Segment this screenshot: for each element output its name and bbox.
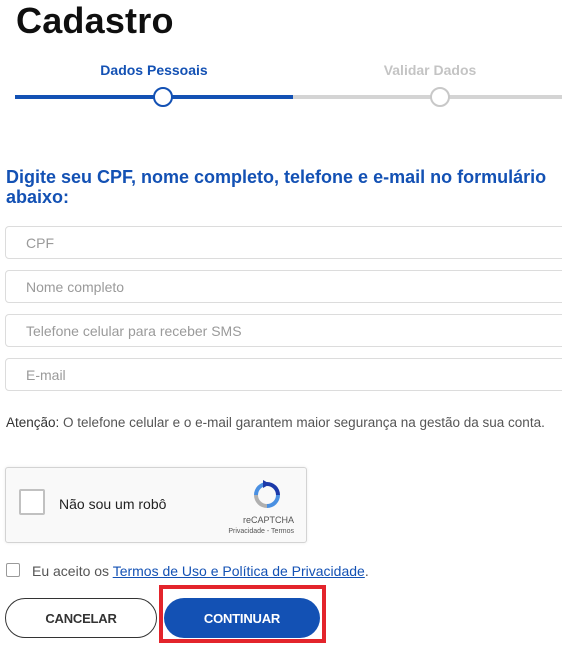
phone-field[interactable]: [5, 314, 562, 347]
stepper-remaining-line: [293, 95, 562, 99]
full-name-input[interactable]: [6, 271, 562, 302]
recaptcha-links: Privacidade - Termos: [228, 528, 294, 535]
step-dot-validar-dados[interactable]: [430, 87, 450, 107]
recaptcha-checkbox[interactable]: [19, 489, 45, 515]
email-field[interactable]: [5, 358, 562, 391]
recaptcha-label: Não sou um robô: [59, 496, 167, 512]
step-label-validar-dados: Validar Dados: [383, 62, 477, 78]
page-title: Cadastro: [16, 0, 174, 41]
recaptcha-terms-link[interactable]: Termos: [271, 528, 294, 535]
phone-input[interactable]: [6, 315, 562, 346]
step-label-dados-pessoais: Dados Pessoais: [100, 62, 208, 78]
full-name-field[interactable]: [5, 270, 562, 303]
cpf-input[interactable]: [6, 227, 562, 258]
form-heading: Digite seu CPF, nome completo, telefone …: [6, 167, 547, 207]
progress-stepper: Dados Pessoais Validar Dados: [0, 58, 562, 108]
recaptcha-brand: reCAPTCHA: [242, 515, 294, 525]
terms-link[interactable]: Termos de Uso e Política de Privacidade: [113, 563, 365, 579]
terms-acceptance: Eu aceito os Termos de Uso e Política de…: [6, 563, 369, 579]
email-input[interactable]: [6, 359, 562, 390]
recaptcha-privacy-link[interactable]: Privacidade: [228, 528, 265, 535]
step-dot-dados-pessoais[interactable]: [153, 87, 173, 107]
notice-text: O telefone celular e o e-mail garantem m…: [59, 415, 545, 430]
terms-suffix: .: [364, 563, 369, 579]
recaptcha-widget: Não sou um robô reCAPTCHA Privacidade - …: [5, 467, 307, 543]
cancel-button[interactable]: CANCELAR: [5, 598, 157, 638]
recaptcha-logo-icon: [250, 478, 284, 517]
continue-highlight-box: [159, 585, 326, 643]
security-notice: Atenção: O telefone celular e o e-mail g…: [6, 413, 556, 433]
terms-checkbox[interactable]: [6, 563, 20, 577]
cpf-field[interactable]: [5, 226, 562, 259]
notice-label: Atenção:: [6, 415, 60, 430]
terms-prefix: Eu aceito os: [32, 563, 113, 579]
